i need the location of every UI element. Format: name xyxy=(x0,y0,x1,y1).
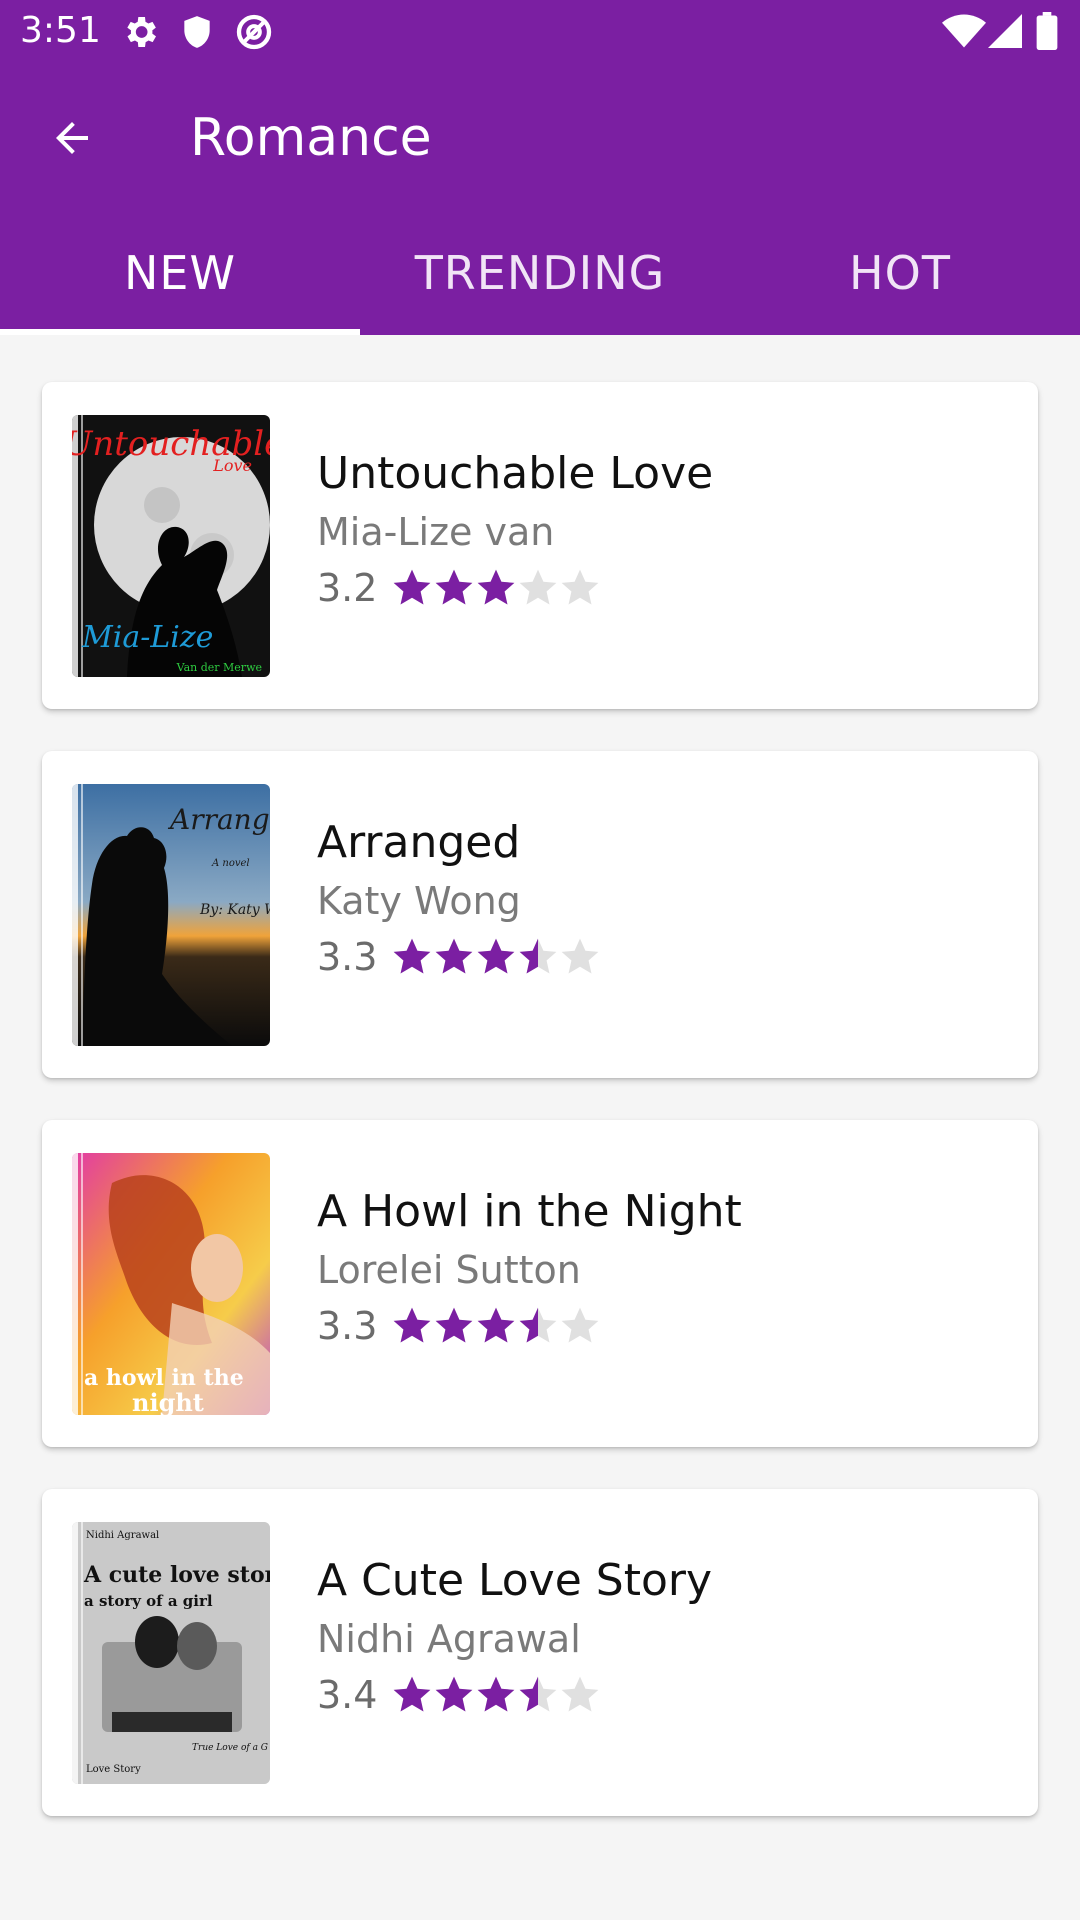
cover-author-text: By: Katy Wong xyxy=(199,902,270,918)
rating-value: 3.4 xyxy=(317,1673,378,1717)
cover-tagline-text: True Love of a G xyxy=(192,1743,268,1753)
signal-icon xyxy=(988,14,1022,52)
book-card[interactable]: a howl in the night A Howl in the Night … xyxy=(42,1120,1038,1447)
cover-footer-text: Van der Merwe xyxy=(176,661,262,674)
star-filled-icon xyxy=(478,1307,515,1343)
status-time: 3:51 xyxy=(20,10,101,51)
star-half-icon xyxy=(520,1307,557,1343)
tab-bar: NEW TRENDING HOT xyxy=(0,210,1080,335)
cover-subtitle-text: night xyxy=(132,1388,204,1415)
cover-subtitle-text: a story of a girl xyxy=(84,1592,213,1610)
book-title: A Cute Love Story xyxy=(317,1555,712,1606)
book-cover: Arranged A novel By: Katy Wong xyxy=(72,784,270,1046)
book-title: A Howl in the Night xyxy=(317,1186,742,1237)
star-half-icon xyxy=(520,1676,557,1712)
tab-hot[interactable]: HOT xyxy=(720,210,1080,335)
wifi-icon xyxy=(942,14,986,52)
arrow-back-icon xyxy=(56,122,88,154)
status-bar: 3:51 xyxy=(0,0,1080,63)
star-empty-icon xyxy=(562,569,599,605)
page-title: Romance xyxy=(190,108,432,168)
rating-row: 3.2 xyxy=(317,562,601,614)
cover-title-text: A cute love story xyxy=(83,1562,270,1588)
star-rating xyxy=(391,1305,601,1347)
star-rating xyxy=(391,567,601,609)
star-half-icon xyxy=(520,938,557,974)
toolbar: Romance xyxy=(0,63,1080,210)
star-filled-icon xyxy=(436,1307,473,1343)
rating-row: 3.3 xyxy=(317,1300,601,1352)
settings-icon xyxy=(120,12,160,56)
star-filled-icon xyxy=(436,569,473,605)
cover-subtitle-text: A novel xyxy=(211,858,250,869)
star-rating xyxy=(391,1674,601,1716)
star-empty-icon xyxy=(562,1307,599,1343)
cover-title-text: Arranged xyxy=(167,803,270,836)
star-filled-icon xyxy=(436,938,473,974)
back-button[interactable] xyxy=(32,103,112,173)
book-author: Katy Wong xyxy=(317,879,521,923)
book-title: Arranged xyxy=(317,817,521,868)
star-rating xyxy=(391,936,601,978)
battery-icon xyxy=(1036,12,1058,54)
star-filled-icon xyxy=(394,569,431,605)
book-cover: a howl in the night xyxy=(72,1153,270,1415)
tab-trending[interactable]: TRENDING xyxy=(360,210,720,335)
cover-author-text: Nidhi Agrawal xyxy=(86,1530,159,1541)
cover-footer-text: Love Story xyxy=(86,1764,141,1775)
rating-row: 3.4 xyxy=(317,1669,601,1721)
cover-author-text: Mia-Lize xyxy=(81,620,213,655)
star-filled-icon xyxy=(478,938,515,974)
star-empty-icon xyxy=(562,938,599,974)
book-card[interactable]: Arranged A novel By: Katy Wong Arranged … xyxy=(42,751,1038,1078)
book-cover: Nidhi Agrawal A cute love story a story … xyxy=(72,1522,270,1784)
rating-value: 3.3 xyxy=(317,1304,378,1348)
app-bar: 3:51 Romance NEW TRENDING HOT xyxy=(0,0,1080,335)
at-sign-icon xyxy=(234,12,274,56)
star-empty-icon xyxy=(520,569,557,605)
book-author: Lorelei Sutton xyxy=(317,1248,581,1292)
star-filled-icon xyxy=(394,1676,431,1712)
shield-icon xyxy=(178,12,216,56)
book-title: Untouchable Love xyxy=(317,448,714,499)
rating-value: 3.2 xyxy=(317,566,378,610)
book-author: Mia-Lize van xyxy=(317,510,555,554)
book-cover: Untouchable Love Mia-Lize Van der Merwe xyxy=(72,415,270,677)
rating-value: 3.3 xyxy=(317,935,378,979)
star-filled-icon xyxy=(478,1676,515,1712)
rating-row: 3.3 xyxy=(317,931,601,983)
book-author: Nidhi Agrawal xyxy=(317,1617,581,1661)
star-filled-icon xyxy=(436,1676,473,1712)
book-card[interactable]: Untouchable Love Mia-Lize Van der Merwe … xyxy=(42,382,1038,709)
star-empty-icon xyxy=(562,1676,599,1712)
star-filled-icon xyxy=(478,569,515,605)
tab-new[interactable]: NEW xyxy=(0,210,360,335)
cover-subtitle-text: Love xyxy=(212,456,252,475)
star-filled-icon xyxy=(394,1307,431,1343)
star-filled-icon xyxy=(394,938,431,974)
book-card[interactable]: Nidhi Agrawal A cute love story a story … xyxy=(42,1489,1038,1816)
